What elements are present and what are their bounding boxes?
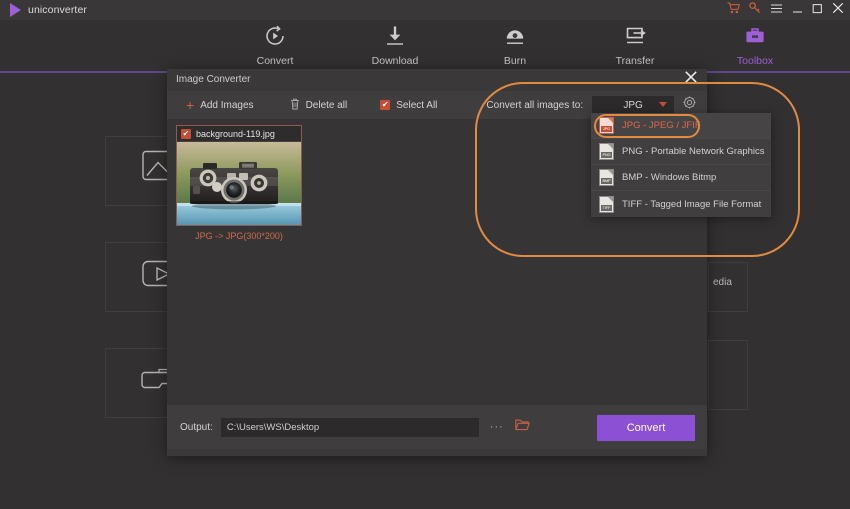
add-images-button[interactable]: + Add Images xyxy=(186,97,254,113)
format-option-bmp[interactable]: BMP BMP - Windows Bitmp xyxy=(591,165,771,191)
delete-all-label: Delete all xyxy=(305,99,348,111)
jpg-file-icon-tag: JPG xyxy=(601,126,612,132)
file-thumbnail-header: ✔ background-119.jpg xyxy=(177,126,301,142)
background-card-label: edia xyxy=(713,277,732,288)
format-option-label: TIFF - Tagged Image File Format xyxy=(622,198,762,210)
nav-label: Download xyxy=(371,55,419,67)
bmp-file-icon: BMP xyxy=(599,169,614,186)
format-option-png[interactable]: PNG PNG - Portable Network Graphics xyxy=(591,139,771,165)
tiff-file-icon: TIFF xyxy=(599,195,614,213)
format-option-jpg[interactable]: JPG JPG - JPEG / JFIF xyxy=(591,113,771,139)
nav-label: Toolbox xyxy=(736,55,774,67)
maximize-icon-svg xyxy=(812,4,822,14)
file-item[interactable]: ✔ background-119.jpg JPG -> JPG(300*200) xyxy=(176,125,302,243)
convert-format-group: Convert all images to: JPG xyxy=(486,96,696,114)
jpg-file-icon: JPG xyxy=(599,117,614,134)
nav-tab-transfer[interactable]: Transfer xyxy=(596,22,674,67)
nav-label: Transfer xyxy=(615,55,655,67)
chevron-down-icon xyxy=(659,102,668,107)
select-all-checkbox[interactable]: ✔ Select All xyxy=(380,100,437,111)
dialog-title: Image Converter xyxy=(176,74,251,85)
file-name: background-119.jpg xyxy=(196,129,275,139)
window-controls xyxy=(727,2,844,18)
vintage-camera-photo xyxy=(177,141,301,225)
close-icon-svg xyxy=(832,2,844,14)
folder-icon-svg xyxy=(515,419,530,431)
plus-icon: + xyxy=(186,97,195,113)
cart-icon-svg xyxy=(727,2,740,14)
background-card-partial-right[interactable]: edia xyxy=(708,262,748,312)
brand: uniconverter xyxy=(10,3,87,17)
title-bar: uniconverter xyxy=(0,0,850,20)
key-icon[interactable] xyxy=(749,2,761,18)
output-label: Output: xyxy=(180,421,213,433)
nav-tab-download[interactable]: Download xyxy=(356,22,434,67)
dialog-close-icon-svg xyxy=(685,71,697,83)
key-icon-svg xyxy=(749,2,761,14)
nav-label: Convert xyxy=(256,55,294,67)
gear-icon[interactable] xyxy=(683,96,696,114)
minimize-icon-svg xyxy=(793,11,802,13)
format-select[interactable]: JPG xyxy=(592,96,675,114)
play-triangle-icon xyxy=(10,3,21,17)
png-file-icon-tag: PNG xyxy=(601,152,612,158)
dialog-title-bar: Image Converter xyxy=(167,69,707,91)
format-option-label: BMP - Windows Bitmp xyxy=(622,172,717,183)
file-checkbox-checked-icon[interactable]: ✔ xyxy=(181,129,191,139)
output-path-input[interactable] xyxy=(220,417,479,437)
output-bar: Output: ··· Convert xyxy=(167,405,707,449)
close-icon[interactable] xyxy=(832,2,844,18)
delete-all-button[interactable]: Delete all xyxy=(290,98,348,113)
format-option-label: JPG - JPEG / JFIF xyxy=(622,120,701,131)
nav-tab-burn[interactable]: Burn xyxy=(476,22,554,67)
dialog-close-icon[interactable] xyxy=(681,70,701,90)
file-thumbnail-frame: ✔ background-119.jpg xyxy=(176,125,302,226)
toolbox-icon xyxy=(716,22,794,50)
format-option-label: PNG - Portable Network Graphics xyxy=(622,146,765,157)
application-window: uniconverter Convert Download Burn Trans… xyxy=(0,0,850,509)
background-card-partial-bottom-right[interactable] xyxy=(708,340,748,410)
convert-to-label: Convert all images to: xyxy=(486,99,584,111)
download-icon xyxy=(356,22,434,50)
png-file-icon: PNG xyxy=(599,143,614,160)
menu-icon[interactable] xyxy=(770,2,783,18)
format-dropdown-menu: JPG JPG - JPEG / JFIF PNG PNG - Portable… xyxy=(591,113,771,217)
convert-button[interactable]: Convert xyxy=(597,415,695,441)
file-thumbnail-image xyxy=(177,141,301,225)
convert-icon xyxy=(236,22,314,50)
main-navigation: Convert Download Burn Transfer Toolbox xyxy=(0,20,850,72)
nav-label: Burn xyxy=(503,55,527,67)
burn-icon xyxy=(476,22,554,50)
nav-tab-toolbox[interactable]: Toolbox xyxy=(716,22,794,67)
checkbox-checked-icon: ✔ xyxy=(380,100,391,110)
file-conversion-info: JPG -> JPG(300*200) xyxy=(195,231,283,241)
cart-icon[interactable] xyxy=(727,2,740,18)
brand-name: uniconverter xyxy=(28,4,87,16)
nav-tab-convert[interactable]: Convert xyxy=(236,22,314,67)
browse-dots-button[interactable]: ··· xyxy=(490,421,504,433)
trash-icon-svg xyxy=(290,98,299,109)
tiff-file-icon-tag: TIFF xyxy=(601,204,612,211)
format-select-value: JPG xyxy=(623,99,643,111)
format-option-tiff[interactable]: TIFF TIFF - Tagged Image File Format xyxy=(591,191,771,217)
gear-icon-svg xyxy=(683,96,696,109)
minimize-icon[interactable] xyxy=(792,2,803,18)
maximize-icon[interactable] xyxy=(812,2,823,18)
folder-icon[interactable] xyxy=(515,418,530,436)
menu-icon-svg xyxy=(771,4,782,13)
trash-icon xyxy=(290,98,300,113)
select-all-label: Select All xyxy=(396,99,438,111)
add-images-label: Add Images xyxy=(200,99,254,111)
bmp-file-icon-tag: BMP xyxy=(601,178,612,184)
nav-items: Convert Download Burn Transfer Toolbox xyxy=(236,22,794,67)
transfer-icon xyxy=(596,22,674,50)
